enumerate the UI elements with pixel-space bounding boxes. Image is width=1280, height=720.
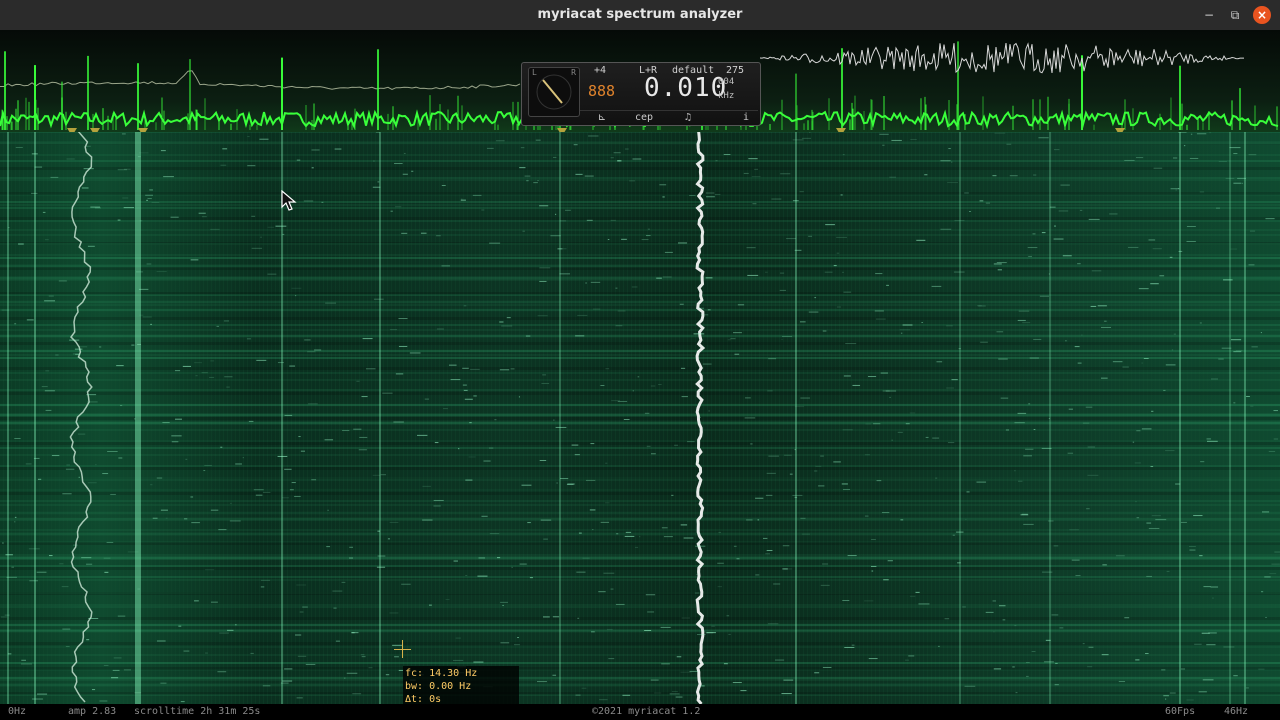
cepstrum-button[interactable]: cep — [624, 111, 664, 124]
signal-trace — [69, 132, 93, 703]
mouse-pointer-icon — [281, 190, 297, 211]
max-frequency-label: 46Hz — [1224, 706, 1249, 717]
gain-readout[interactable]: +4 — [594, 65, 606, 76]
close-icon[interactable]: × — [1253, 6, 1271, 24]
control-widget[interactable]: L R +4 L+R default 275 888 0.010 004 kHz… — [521, 62, 761, 126]
tuning-icon[interactable]: ⊾ — [584, 111, 620, 124]
tooltip-bw: bw: 0.00 Hz — [405, 681, 472, 692]
frequency-display: 0.010 — [644, 73, 728, 103]
level-dial[interactable]: L R — [528, 67, 580, 117]
analyzer-area[interactable]: L R +4 L+R default 275 888 0.010 004 kHz… — [0, 30, 1280, 720]
smoothed-spectrum-line — [0, 70, 521, 91]
small-digit-display: 888 — [588, 82, 616, 100]
maximize-icon[interactable]: ⧉ — [1226, 6, 1244, 24]
count-readout: 275 — [726, 65, 745, 76]
scrolltime-readout: scrolltime 2h 31m 25s — [134, 706, 261, 717]
unit-label: kHz — [718, 91, 735, 101]
copyright-label: ©2021 myriacat 1.2 — [592, 706, 701, 717]
channel-l-label: L — [532, 68, 537, 77]
music-note-icon[interactable]: ♫ — [668, 111, 708, 124]
tooltip-fc: fc: 14.30 Hz — [405, 668, 478, 679]
amp-readout: amp 2.83 — [68, 706, 117, 717]
min-frequency-label: 0Hz — [8, 706, 27, 717]
title-bar: myriacat spectrum analyzer − ⧉ × — [0, 0, 1280, 31]
status-bar: 0Hz amp 2.83 scrolltime 2h 31m 25s ©2021… — [0, 704, 1280, 720]
sub-value-readout: 004 — [718, 77, 735, 87]
widget-button-bar: ⊾ cep ♫ i — [580, 110, 758, 124]
waterfall-traces — [0, 132, 1280, 704]
waterfall-spectrogram[interactable] — [0, 132, 1280, 704]
channel-r-label: R — [571, 68, 576, 77]
minimize-icon[interactable]: − — [1200, 6, 1218, 24]
info-icon[interactable]: i — [736, 111, 756, 124]
waveform-preview — [759, 42, 1244, 74]
fps-readout: 60Fps — [1165, 706, 1196, 717]
crosshair-horizontal — [394, 649, 411, 650]
signal-trace — [695, 132, 706, 704]
window-title: myriacat spectrum analyzer — [537, 7, 743, 22]
